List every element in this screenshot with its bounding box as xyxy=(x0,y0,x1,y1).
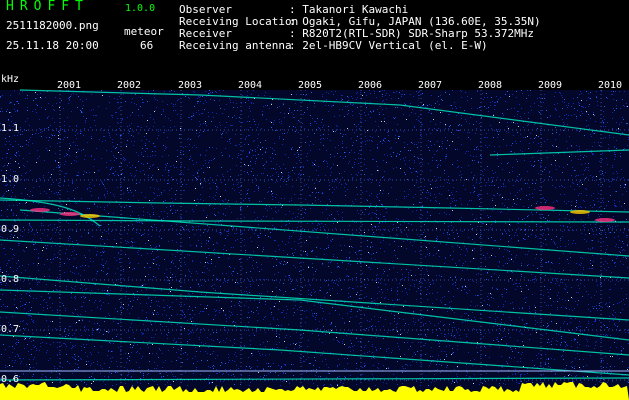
x-tick-label: 2010 xyxy=(598,80,623,91)
x-tick-label: 2001 xyxy=(57,80,82,91)
y-tick-label: 0.9 xyxy=(1,224,20,235)
meteor-echo xyxy=(30,208,50,212)
x-tick-label: 2006 xyxy=(358,80,383,91)
y-tick-label: 1.0 xyxy=(1,174,20,185)
meteor-echo xyxy=(60,212,80,216)
y-tick-label: 0.7 xyxy=(1,324,20,335)
spectrogram-plot: kHz 1.1 1.0 0.9 0.8 0.7 0.6 2001 2002 20… xyxy=(0,74,629,400)
x-tick-label: 2003 xyxy=(178,80,203,91)
x-tick-label: 2009 xyxy=(538,80,563,91)
spectrogram-canvas xyxy=(0,89,629,400)
x-tick-label: 2008 xyxy=(478,80,503,91)
y-tick-label: 0.8 xyxy=(1,274,20,285)
meteor-echo xyxy=(535,206,555,210)
date-time: 25.11.18 20:00 xyxy=(6,39,99,52)
x-tick-label: 2004 xyxy=(238,80,263,91)
meteor-count: 66 xyxy=(140,39,154,52)
file-name: 2511182000.png xyxy=(6,19,99,32)
y-axis-unit: kHz xyxy=(1,74,20,85)
meteor-label: meteor xyxy=(124,25,164,38)
x-tick-label: 2005 xyxy=(298,80,323,91)
noise-background xyxy=(0,90,629,400)
antenna-value: : 2el-HB9CV Vertical (el. E-W) xyxy=(289,39,488,52)
app-version: 1.0.0 xyxy=(125,3,156,14)
y-tick-label: 0.6 xyxy=(1,374,20,385)
meteor-echo xyxy=(595,218,615,222)
meteor-echo xyxy=(80,214,100,218)
y-tick-label: 1.1 xyxy=(1,123,20,134)
app-title: HROFFT xyxy=(6,0,89,14)
x-tick-label: 2002 xyxy=(117,80,142,91)
antenna-label: Receiving antenna xyxy=(179,39,292,52)
x-tick-label: 2007 xyxy=(418,80,443,91)
header-panel: HROFFT 1.0.0 2511182000.png meteor 25.11… xyxy=(0,0,629,80)
meteor-echo xyxy=(570,210,590,214)
